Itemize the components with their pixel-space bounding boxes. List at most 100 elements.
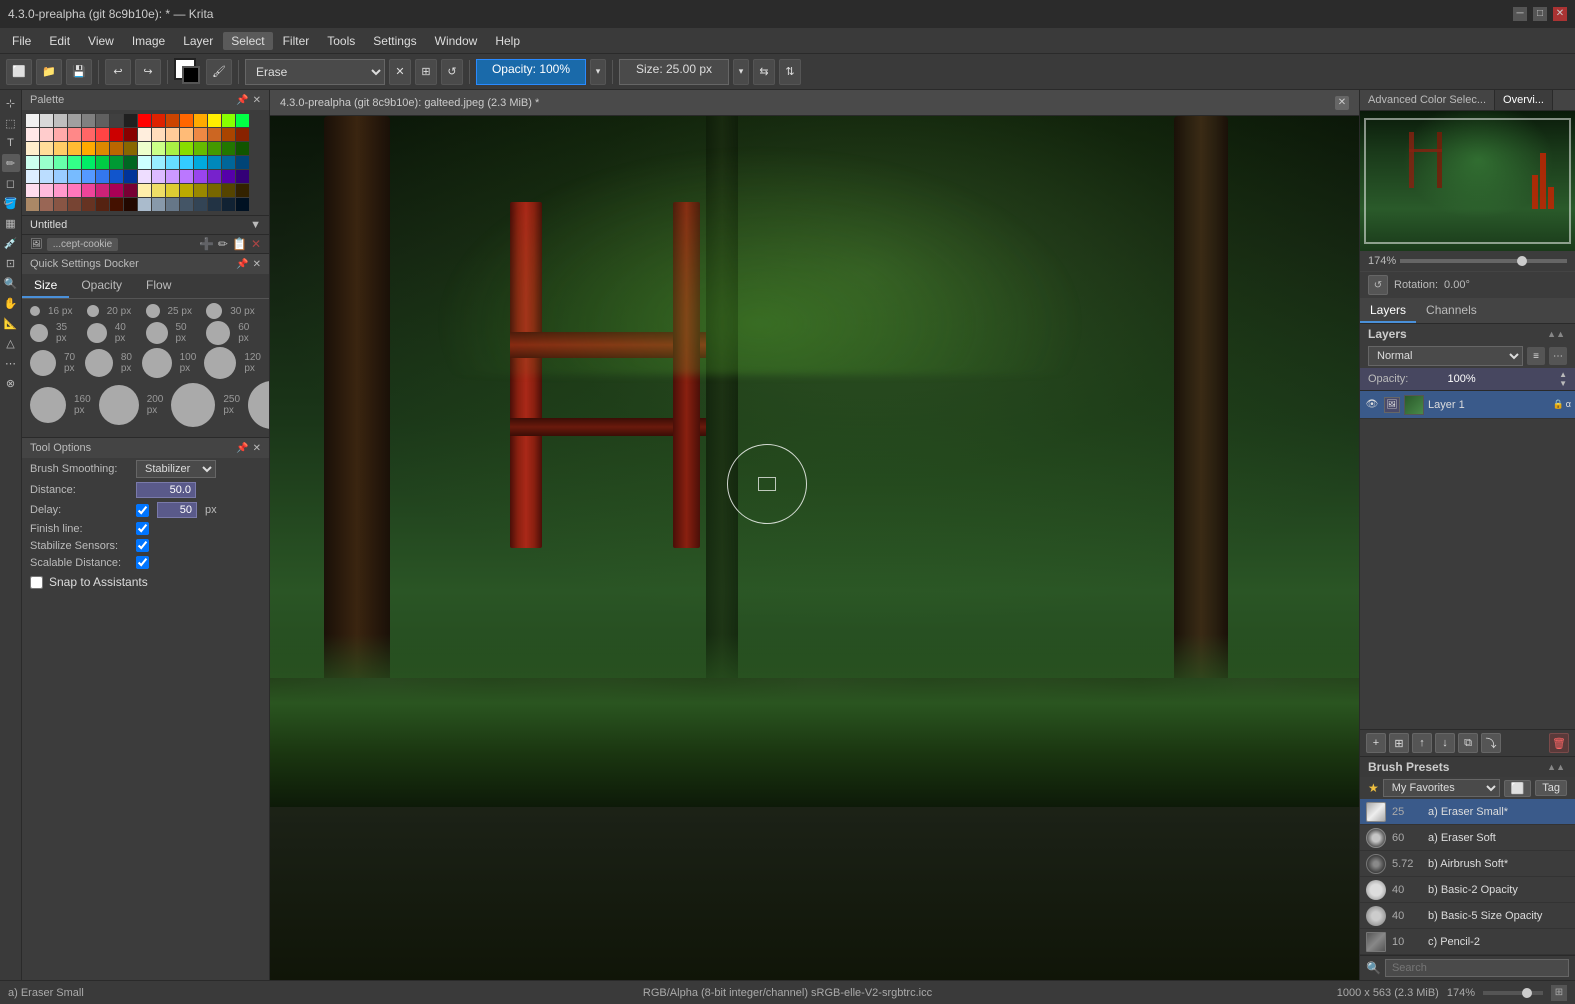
color-cell[interactable] (180, 184, 193, 197)
color-cell[interactable] (54, 198, 67, 211)
color-cell[interactable] (166, 198, 179, 211)
color-cell[interactable] (222, 128, 235, 141)
layer-row-1[interactable]: 👁 🖼 Layer 1 🔒 α (1360, 391, 1575, 419)
color-cell[interactable] (40, 128, 53, 141)
flip-h-btn[interactable]: ⇆ (753, 59, 775, 85)
color-cell[interactable] (194, 142, 207, 155)
contiguous-select[interactable]: ⋯ (2, 354, 20, 372)
color-cell[interactable] (180, 142, 193, 155)
color-cell[interactable] (40, 184, 53, 197)
add-layer-btn[interactable]: + (1366, 733, 1386, 753)
color-cell[interactable] (96, 114, 109, 127)
color-cell[interactable] (68, 114, 81, 127)
brush-dot-80[interactable] (85, 349, 113, 377)
flip-v-btn[interactable]: ⇅ (779, 59, 801, 85)
color-cell[interactable] (208, 128, 221, 141)
brush-dot-50[interactable] (146, 322, 168, 344)
menu-window[interactable]: Window (427, 32, 486, 50)
color-cell[interactable] (180, 170, 193, 183)
menu-tools[interactable]: Tools (319, 32, 363, 50)
color-cell[interactable] (152, 142, 165, 155)
quick-settings-close-icon[interactable]: ✕ (253, 259, 261, 270)
color-picker[interactable]: 💉 (2, 234, 20, 252)
canvas-tab-close[interactable]: ✕ (1335, 96, 1349, 110)
brush-dot-16[interactable] (30, 306, 40, 316)
quick-tab-size[interactable]: Size (22, 274, 69, 298)
color-cell[interactable] (152, 156, 165, 169)
quick-settings-header[interactable]: Quick Settings Docker 📌 ✕ (22, 254, 269, 274)
color-cell[interactable] (40, 142, 53, 155)
color-cell[interactable] (166, 170, 179, 183)
brush-dot-35[interactable] (30, 324, 48, 342)
merge-layer-btn[interactable]: ⤵ (1481, 733, 1501, 753)
brush-mode-select[interactable]: Erase (245, 59, 385, 85)
color-cell[interactable] (110, 184, 123, 197)
color-cell[interactable] (82, 114, 95, 127)
eraser-tool[interactable]: ◻ (2, 174, 20, 192)
color-cell[interactable] (54, 128, 67, 141)
brush-dot-100[interactable] (142, 348, 172, 378)
brush-item-eraser-small[interactable]: 25 a) Eraser Small* (1360, 799, 1575, 825)
color-cell[interactable] (124, 184, 137, 197)
color-cell[interactable] (82, 184, 95, 197)
color-cell[interactable] (194, 114, 207, 127)
color-cell[interactable] (110, 142, 123, 155)
color-cell[interactable] (40, 170, 53, 183)
save-btn[interactable]: 💾 (66, 59, 92, 85)
delay-input[interactable] (157, 502, 197, 518)
color-cell[interactable] (40, 156, 53, 169)
quick-tab-flow[interactable]: Flow (134, 274, 183, 298)
layer-options-icon[interactable]: ⋯ (1549, 347, 1567, 365)
color-cell[interactable] (138, 198, 151, 211)
brush-dot-160[interactable] (30, 387, 66, 423)
color-cell[interactable] (54, 114, 67, 127)
color-cell[interactable] (82, 128, 95, 141)
clear-btn[interactable]: ✕ (389, 59, 411, 85)
brush-item-basic2[interactable]: 40 b) Basic-2 Opacity (1360, 877, 1575, 903)
assistant-tool[interactable]: △ (2, 334, 20, 352)
zoom-slider[interactable] (1400, 259, 1567, 263)
layers-tab[interactable]: Layers (1360, 299, 1416, 323)
brush-item-eraser-soft[interactable]: 60 a) Eraser Soft (1360, 825, 1575, 851)
edit-layer-icon[interactable]: ✏ (218, 237, 228, 251)
finish-line-checkbox[interactable] (136, 522, 149, 535)
blend-mode-select[interactable]: Normal (1368, 346, 1523, 366)
paint-tool active[interactable]: ✏ (2, 154, 20, 172)
color-cell[interactable] (26, 128, 39, 141)
color-cell[interactable] (138, 142, 151, 155)
rotate-icon[interactable]: ↺ (1368, 275, 1388, 295)
color-cell[interactable] (26, 184, 39, 197)
color-cell[interactable] (222, 142, 235, 155)
color-cell[interactable] (96, 184, 109, 197)
menu-image[interactable]: Image (124, 32, 173, 50)
fill-tool[interactable]: 🪣 (2, 194, 20, 212)
color-cell[interactable] (68, 156, 81, 169)
brush-item-pencil2[interactable]: 10 c) Pencil-2 (1360, 929, 1575, 955)
color-cell[interactable] (110, 170, 123, 183)
search-input[interactable] (1385, 959, 1569, 977)
color-cell[interactable] (152, 198, 165, 211)
ruler-tool[interactable]: 📐 (2, 314, 20, 332)
palette-header[interactable]: Palette 📌 ✕ (22, 90, 269, 110)
color-cell[interactable] (124, 170, 137, 183)
canvas-image[interactable] (270, 116, 1359, 980)
color-cell[interactable] (166, 184, 179, 197)
close-btn[interactable]: ✕ (1553, 7, 1567, 21)
color-cell[interactable] (110, 198, 123, 211)
canvas-viewport[interactable] (270, 116, 1359, 980)
color-cell[interactable] (152, 128, 165, 141)
color-cell[interactable] (180, 114, 193, 127)
color-cell[interactable] (236, 114, 249, 127)
color-cell[interactable] (194, 184, 207, 197)
color-cell[interactable] (124, 114, 137, 127)
color-cell[interactable] (124, 128, 137, 141)
zoom-tool[interactable]: 🔍 (2, 274, 20, 292)
brush-dot-60[interactable] (206, 321, 230, 345)
color-cell[interactable] (236, 184, 249, 197)
delete-layer-icon[interactable]: ✕ (251, 237, 261, 251)
brush-preset-btn[interactable]: 🖌 (206, 59, 232, 85)
select-tool[interactable]: ⬚ (2, 114, 20, 132)
layer-tag-label[interactable]: ...cept-cookie (47, 238, 118, 251)
menu-view[interactable]: View (80, 32, 122, 50)
brush-smoothing-select[interactable]: Stabilizer (136, 460, 216, 478)
